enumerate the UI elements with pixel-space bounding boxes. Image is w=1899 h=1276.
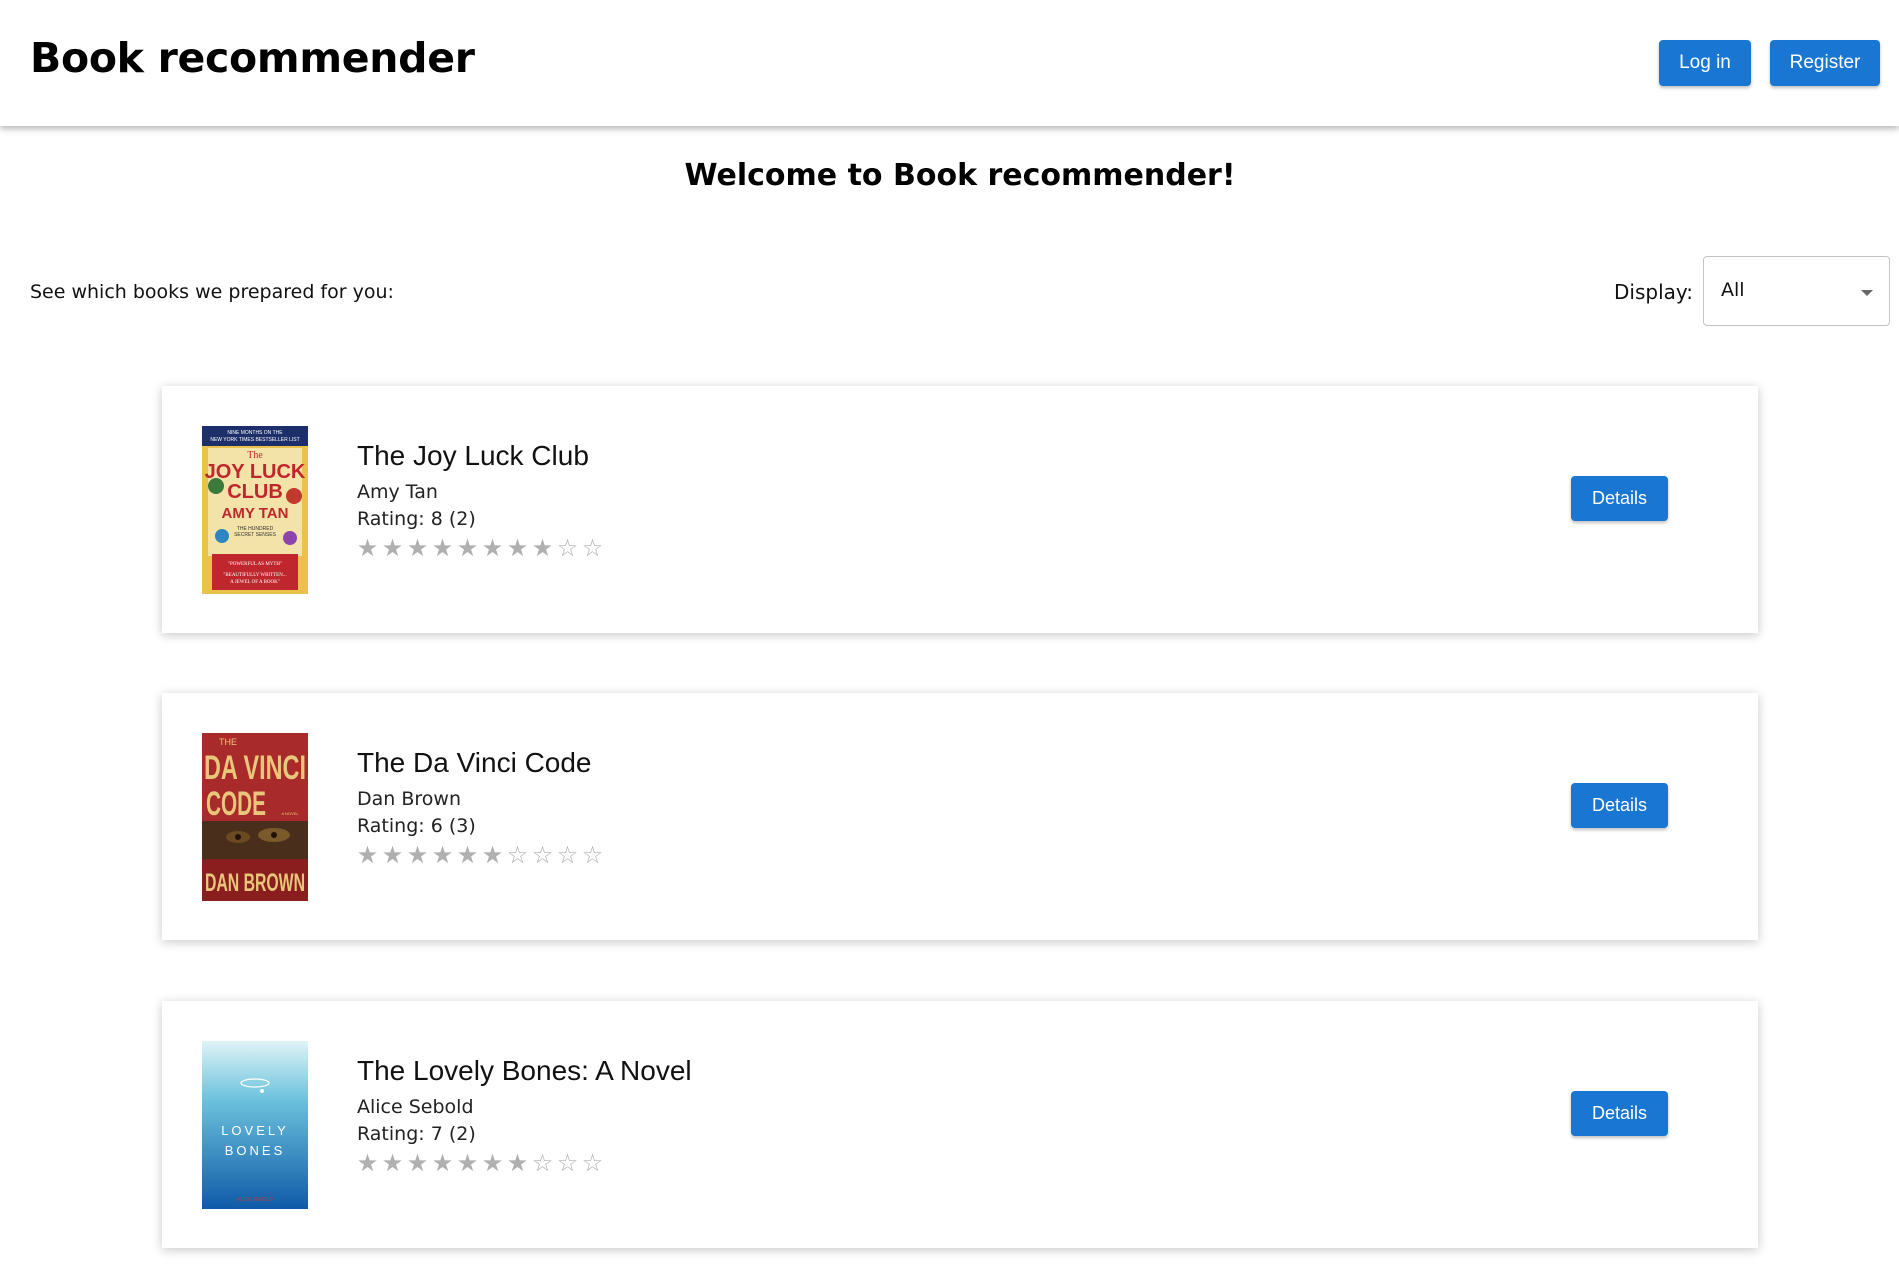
login-button[interactable]: Log in — [1659, 40, 1751, 86]
star-filled-icon[interactable]: ★ — [405, 1151, 430, 1176]
svg-text:CLUB: CLUB — [227, 481, 283, 503]
star-filled-icon[interactable]: ★ — [380, 1151, 405, 1176]
svg-text:THE: THE — [219, 737, 237, 747]
star-empty-icon[interactable]: ☆ — [580, 843, 605, 868]
svg-text:"BEAUTIFULLY WRITTEN...: "BEAUTIFULLY WRITTEN... — [223, 573, 286, 578]
details-button[interactable]: Details — [1571, 1091, 1668, 1136]
book-rating: Rating: 8 (2) — [357, 508, 476, 530]
display-label: Display: — [1614, 280, 1694, 304]
book-title: The Lovely Bones: A Novel — [357, 1055, 692, 1086]
svg-text:"POWERFUL AS MYTH": "POWERFUL AS MYTH" — [228, 562, 282, 567]
app-title: Book recommender — [30, 34, 475, 82]
svg-text:DA VINCI: DA VINCI — [204, 749, 306, 787]
star-filled-icon[interactable]: ★ — [380, 536, 405, 561]
star-empty-icon[interactable]: ☆ — [555, 536, 580, 561]
svg-text:SECRET SENSES: SECRET SENSES — [234, 532, 277, 538]
star-empty-icon[interactable]: ☆ — [530, 843, 555, 868]
star-filled-icon[interactable]: ★ — [455, 536, 480, 561]
star-empty-icon[interactable]: ☆ — [580, 1151, 605, 1176]
book-author: Amy Tan — [357, 481, 438, 503]
svg-text:CODE: CODE — [206, 785, 266, 823]
svg-text:A JEWEL OF A BOOK": A JEWEL OF A BOOK" — [230, 580, 280, 585]
book-card: LOVELY BONES ALICE SEBOLD The Lovely Bon… — [162, 1001, 1758, 1248]
top-app-bar: Book recommender Log in Register — [0, 0, 1899, 126]
details-button[interactable]: Details — [1571, 783, 1668, 828]
svg-text:DAN BROWN: DAN BROWN — [205, 869, 305, 897]
star-filled-icon[interactable]: ★ — [430, 1151, 455, 1176]
intro-text: See which books we prepared for you: — [30, 281, 394, 303]
book-cover-image: LOVELY BONES ALICE SEBOLD — [202, 1041, 308, 1209]
svg-text:JOY LUCK: JOY LUCK — [205, 461, 306, 483]
star-filled-icon[interactable]: ★ — [480, 843, 505, 868]
star-filled-icon[interactable]: ★ — [530, 536, 555, 561]
svg-text:LOVELY: LOVELY — [221, 1123, 289, 1138]
book-rating: Rating: 6 (3) — [357, 815, 476, 837]
welcome-heading: Welcome to Book recommender! — [684, 158, 1236, 193]
display-select[interactable]: All — [1703, 256, 1890, 326]
book-author: Alice Sebold — [357, 1096, 474, 1118]
svg-text:ALICE SEBOLD: ALICE SEBOLD — [237, 1197, 274, 1203]
star-empty-icon[interactable]: ☆ — [580, 536, 605, 561]
star-filled-icon[interactable]: ★ — [355, 843, 380, 868]
cover-text: NINE MONTHS ON THE — [227, 430, 283, 436]
book-cover-image: NINE MONTHS ON THE NEW YORK TIMES BESTSE… — [202, 426, 308, 594]
book-rating: Rating: 7 (2) — [357, 1123, 476, 1145]
svg-text:A NOVEL: A NOVEL — [281, 811, 299, 816]
rating-stars[interactable]: ★ ★ ★ ★ ★ ★ ★ ★ ☆ ☆ — [355, 536, 605, 561]
rating-stars[interactable]: ★ ★ ★ ★ ★ ★ ☆ ☆ ☆ ☆ — [355, 843, 605, 868]
rating-stars[interactable]: ★ ★ ★ ★ ★ ★ ★ ☆ ☆ ☆ — [355, 1151, 605, 1176]
star-filled-icon[interactable]: ★ — [455, 843, 480, 868]
star-filled-icon[interactable]: ★ — [480, 536, 505, 561]
star-empty-icon[interactable]: ☆ — [555, 1151, 580, 1176]
star-filled-icon[interactable]: ★ — [505, 536, 530, 561]
book-title: The Joy Luck Club — [357, 440, 589, 471]
book-card: THE DA VINCI CODE A NOVEL DAN BROWN The … — [162, 693, 1758, 940]
star-empty-icon[interactable]: ☆ — [505, 843, 530, 868]
star-filled-icon[interactable]: ★ — [405, 536, 430, 561]
book-author: Dan Brown — [357, 788, 461, 810]
svg-text:BONES: BONES — [225, 1143, 286, 1158]
star-empty-icon[interactable]: ☆ — [555, 843, 580, 868]
svg-text:NEW YORK TIMES BESTSELLER LIST: NEW YORK TIMES BESTSELLER LIST — [210, 437, 299, 443]
book-title: The Da Vinci Code — [357, 747, 592, 778]
star-empty-icon[interactable]: ☆ — [530, 1151, 555, 1176]
star-filled-icon[interactable]: ★ — [430, 536, 455, 561]
star-filled-icon[interactable]: ★ — [355, 536, 380, 561]
details-button[interactable]: Details — [1571, 476, 1668, 521]
star-filled-icon[interactable]: ★ — [505, 1151, 530, 1176]
svg-text:AMY TAN: AMY TAN — [222, 505, 289, 522]
register-button[interactable]: Register — [1770, 40, 1880, 86]
svg-text:The: The — [247, 450, 263, 461]
display-select-value: All — [1721, 279, 1745, 301]
star-filled-icon[interactable]: ★ — [480, 1151, 505, 1176]
star-filled-icon[interactable]: ★ — [405, 843, 430, 868]
chevron-down-icon — [1861, 290, 1873, 296]
book-cover-image: THE DA VINCI CODE A NOVEL DAN BROWN — [202, 733, 308, 901]
star-filled-icon[interactable]: ★ — [380, 843, 405, 868]
book-card: NINE MONTHS ON THE NEW YORK TIMES BESTSE… — [162, 386, 1758, 633]
star-filled-icon[interactable]: ★ — [455, 1151, 480, 1176]
star-filled-icon[interactable]: ★ — [355, 1151, 380, 1176]
star-filled-icon[interactable]: ★ — [430, 843, 455, 868]
